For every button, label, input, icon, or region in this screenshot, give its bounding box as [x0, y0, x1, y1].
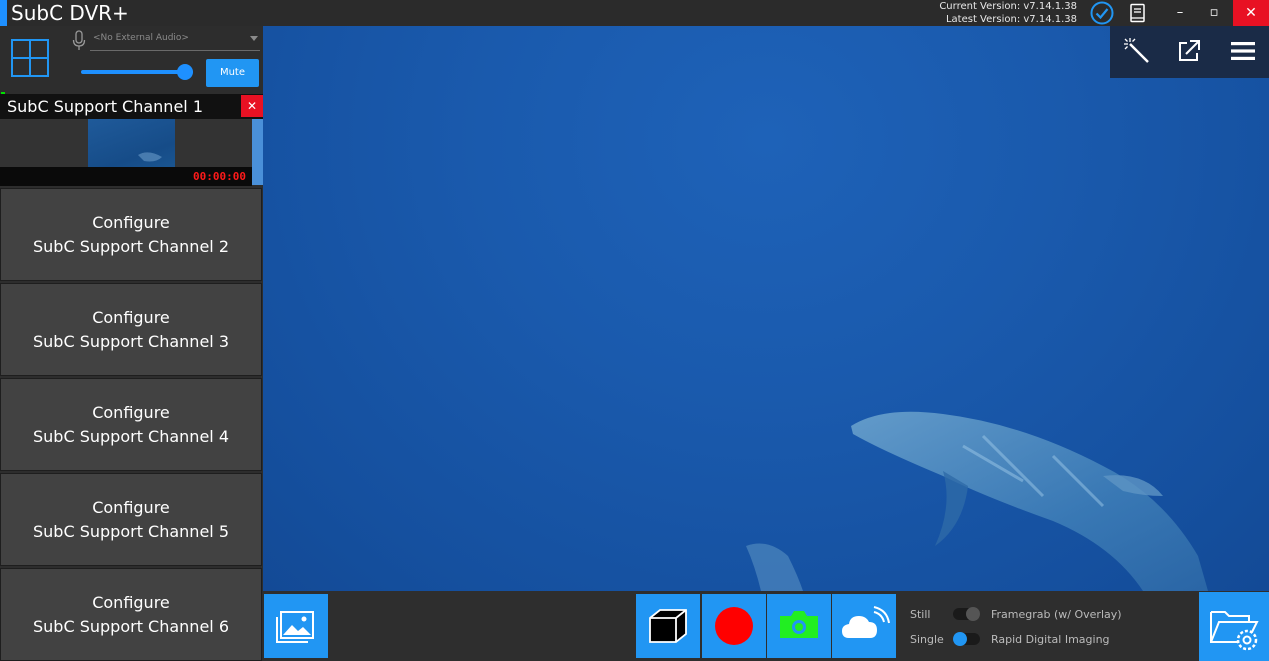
grid-icon[interactable]	[11, 39, 49, 77]
record-icon	[715, 607, 753, 645]
subc-dvr-window: SubC DVR+ Current Version: v7.14.1.38 La…	[0, 0, 1269, 661]
configure-channel-4-button[interactable]: Configure SubC Support Channel 4	[0, 378, 262, 471]
channel-1-thumbnail	[88, 119, 175, 167]
video-toolbar	[1110, 26, 1269, 78]
single-rapid-toggle[interactable]	[953, 632, 980, 646]
hamburger-menu-icon[interactable]	[1228, 36, 1258, 66]
channel-1-title: SubC Support Channel 1	[7, 97, 203, 116]
configure-label: Configure	[92, 308, 170, 327]
configure-channel-5-button[interactable]: Configure SubC Support Channel 5	[0, 473, 262, 566]
channel-1-tile[interactable]: SubC Support Channel 1 ✕ 00:00:00	[0, 94, 263, 187]
cloud-upload-icon	[842, 606, 890, 638]
framegrab-label: Framegrab (w/ Overlay)	[991, 608, 1122, 621]
configure-label: Configure	[92, 498, 170, 517]
configure-label: Configure	[92, 403, 170, 422]
configure-channel-3-button[interactable]: Configure SubC Support Channel 3	[0, 283, 262, 376]
title-bar: SubC DVR+ Current Version: v7.14.1.38 La…	[0, 0, 1269, 26]
still-label: Still	[910, 608, 931, 621]
app-title: SubC DVR+	[11, 1, 129, 25]
title-accent-bar	[0, 0, 7, 26]
mute-button[interactable]: Mute	[206, 59, 259, 87]
single-toggle-knob	[953, 632, 967, 646]
latest-version: Latest Version: v7.14.1.38	[945, 14, 1077, 25]
volume-thumb[interactable]	[177, 64, 193, 80]
still-toggle-knob	[966, 607, 980, 621]
live-video-view[interactable]	[263, 26, 1269, 591]
configure-label: Configure	[92, 213, 170, 232]
channel-name: SubC Support Channel 6	[33, 617, 229, 636]
magic-wand-icon[interactable]	[1122, 36, 1152, 66]
microphone-icon	[72, 30, 86, 50]
channel-name: SubC Support Channel 4	[33, 427, 229, 446]
maximize-button[interactable]: ▫	[1197, 0, 1231, 26]
channel-name: SubC Support Channel 2	[33, 237, 229, 256]
channel-1-preview[interactable]	[0, 119, 252, 167]
capture-bar: Still Framegrab (w/ Overlay) Single Rapi…	[263, 591, 1269, 661]
external-link-icon[interactable]	[1174, 36, 1204, 66]
configure-label: Configure	[92, 593, 170, 612]
book-icon[interactable]	[1129, 3, 1147, 23]
gallery-button[interactable]	[264, 594, 328, 658]
check-circle-icon[interactable]	[1090, 1, 1114, 25]
channel-1-timebar: 00:00:00	[0, 167, 252, 186]
channel-1-timecode: 00:00:00	[193, 170, 246, 183]
channel-sidebar: <No External Audio> Mute SubC Support Ch…	[0, 26, 263, 661]
record-button[interactable]	[702, 594, 766, 658]
audio-source-value: <No External Audio>	[93, 33, 189, 43]
image-gallery-icon	[276, 611, 314, 643]
configure-channel-6-button[interactable]: Configure SubC Support Channel 6	[0, 568, 262, 661]
channel-name: SubC Support Channel 3	[33, 332, 229, 351]
still-framegrab-toggle[interactable]	[953, 607, 980, 621]
channel-1-close-button[interactable]: ✕	[241, 95, 263, 117]
folder-settings-icon	[1210, 611, 1259, 651]
rapid-label: Rapid Digital Imaging	[991, 633, 1110, 646]
cloud-upload-button[interactable]	[832, 594, 896, 658]
video-scene	[746, 411, 1208, 591]
single-label: Single	[910, 633, 944, 646]
folder-settings-button[interactable]	[1199, 592, 1269, 661]
configure-channel-2-button[interactable]: Configure SubC Support Channel 2	[0, 188, 262, 281]
current-version: Current Version: v7.14.1.38	[939, 1, 1077, 12]
snapshot-3d-button[interactable]	[636, 594, 700, 658]
version-info: Current Version: v7.14.1.38 Latest Versi…	[939, 0, 1077, 26]
camera-icon	[780, 611, 818, 638]
chevron-down-icon	[250, 36, 258, 41]
minimize-button[interactable]: –	[1163, 0, 1197, 26]
channel-name: SubC Support Channel 5	[33, 522, 229, 541]
3d-cube-icon	[649, 609, 687, 643]
channel-list-scrollbar[interactable]	[252, 119, 263, 185]
channel-1-header: SubC Support Channel 1 ✕	[0, 94, 263, 119]
audio-source-select[interactable]: <No External Audio>	[90, 29, 260, 51]
close-window-button[interactable]: ✕	[1233, 0, 1269, 26]
take-photo-button[interactable]	[767, 594, 831, 658]
volume-slider[interactable]	[81, 64, 193, 80]
